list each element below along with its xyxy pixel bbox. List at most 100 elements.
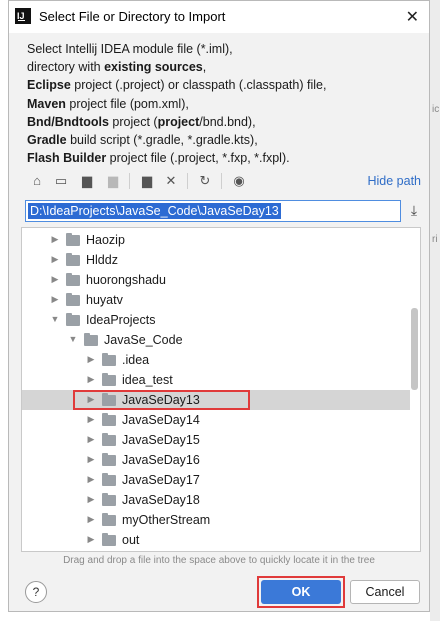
collapsed-arrow-icon[interactable]: ▶	[86, 414, 96, 425]
tree-row-label: JavaSeDay17	[122, 473, 200, 487]
description-segment: directory with	[27, 60, 105, 75]
tree-row[interactable]: ▶ Haozip	[22, 230, 410, 250]
refresh-icon[interactable]: ↻	[195, 171, 215, 191]
expanded-arrow-icon[interactable]: ▼	[50, 314, 60, 324]
highlight-annotation	[73, 390, 250, 410]
folder-icon	[66, 293, 80, 306]
description-segment: project (	[108, 114, 158, 129]
tree-row-label: JavaSe_Code	[104, 333, 183, 347]
folder-icon	[102, 493, 116, 506]
tree-row[interactable]: ▶ out	[22, 530, 410, 550]
tree-row[interactable]: ▼ JavaSe_Code	[22, 330, 410, 350]
folder-icon	[66, 253, 80, 266]
folder-icon	[102, 513, 116, 526]
collapsed-arrow-icon[interactable]: ▶	[50, 234, 60, 245]
folder-icon	[102, 453, 116, 466]
background-text-fragment: ic	[432, 104, 440, 115]
desktop-icon[interactable]: ▭	[51, 171, 71, 191]
new-folder-icon[interactable]: ▆	[137, 171, 157, 191]
background-text-fragment: ri	[432, 234, 438, 245]
background-ide-panel: ic ri	[430, 0, 440, 621]
collapsed-arrow-icon[interactable]: ▶	[86, 374, 96, 385]
path-input-value: D:\IdeaProjects\JavaSe_Code\JavaSeDay13	[28, 203, 281, 219]
description-line: Eclipse project (.project) or classpath …	[27, 76, 326, 94]
tree-row-label: .idea	[122, 353, 150, 367]
folder-icon	[102, 473, 116, 486]
tree-row[interactable]: ▶ .idea	[22, 350, 410, 370]
description-segment: /bnd.bnd),	[199, 114, 256, 129]
collapsed-arrow-icon[interactable]: ▶	[86, 514, 96, 525]
tree-row-label: huyatv	[86, 293, 123, 307]
collapsed-arrow-icon[interactable]: ▶	[86, 434, 96, 445]
collapsed-arrow-icon[interactable]: ▶	[86, 534, 96, 545]
download-icon[interactable]: ⤓	[407, 202, 421, 220]
file-tree[interactable]: ▶ out ▶ myOtherStream ▶ JavaSeDay18 ▶ JavaSeDay…	[21, 227, 421, 552]
tree-row[interactable]: ▶ JavaSeDay17	[22, 470, 410, 490]
description-segment: existing sources	[104, 60, 203, 75]
description-segment: project (.project) or classpath (.classp…	[70, 78, 327, 93]
folder-icon	[102, 413, 116, 426]
expanded-arrow-icon[interactable]: ▼	[68, 334, 78, 344]
tree-row-label: idea_test	[122, 373, 173, 387]
collapsed-arrow-icon[interactable]: ▶	[86, 354, 96, 365]
description-segment: build script (*.gradle, *.gradle.kts),	[66, 133, 258, 148]
tree-row-label: myOtherStream	[122, 513, 211, 527]
path-input[interactable]: D:\IdeaProjects\JavaSe_Code\JavaSeDay13	[25, 200, 401, 222]
scrollbar-thumb[interactable]	[411, 308, 418, 390]
tree-row[interactable]: ▶ JavaSeDay14	[22, 410, 410, 430]
home-icon[interactable]: ⌂	[27, 171, 47, 191]
tree-row[interactable]: ▶ huorongshadu	[22, 270, 410, 290]
description-segment: project file (.project, *.fxp, *.fxpl).	[106, 151, 290, 166]
folder-icon	[102, 373, 116, 386]
tree-row[interactable]: ▶ JavaSeDay16	[22, 450, 410, 470]
help-button[interactable]: ?	[25, 581, 47, 603]
tree-row[interactable]: ▶ JavaSeDay18	[22, 490, 410, 510]
tree-row-label: IdeaProjects	[86, 313, 156, 327]
description-line: Flash Builder project file (.project, *.…	[27, 149, 326, 167]
close-button[interactable]: ✕	[406, 7, 419, 27]
description-segment: project file (pom.xml),	[65, 96, 189, 111]
tree-row[interactable]: ▼ IdeaProjects	[22, 310, 410, 330]
tree-row[interactable]: ▶ Hlddz	[22, 250, 410, 270]
project-icon[interactable]: ▆	[77, 171, 97, 191]
folder-icon	[66, 313, 80, 326]
collapsed-arrow-icon[interactable]: ▶	[50, 294, 60, 305]
cancel-button[interactable]: Cancel	[350, 580, 420, 604]
description-line: Maven project file (pom.xml),	[27, 95, 326, 113]
description-segment: Select Intellij IDEA module file (*.iml)…	[27, 42, 233, 56]
tree-row[interactable]: ▶ idea_test	[22, 370, 410, 390]
collapsed-arrow-icon[interactable]: ▶	[50, 254, 60, 265]
folder-icon	[102, 533, 116, 546]
show-hidden-icon[interactable]: ◉	[229, 171, 249, 191]
description-segment: Bnd/Bndtools	[27, 114, 109, 129]
tree-row[interactable]: ▶ myOtherStream	[22, 510, 410, 530]
ok-highlight-annotation	[257, 576, 345, 608]
collapsed-arrow-icon[interactable]: ▶	[86, 474, 96, 485]
tree-row-label: JavaSeDay14	[122, 413, 200, 427]
tree-row-label: JavaSeDay18	[122, 493, 200, 507]
collapsed-arrow-icon[interactable]: ▶	[86, 494, 96, 505]
description-text: Select Intellij IDEA module file (*.iml)…	[27, 40, 326, 167]
hide-path-link[interactable]: Hide path	[367, 174, 421, 188]
description-line: Select Intellij IDEA module file (*.iml)…	[27, 40, 326, 58]
tree-row-label: out	[122, 533, 140, 547]
tree-row-label: Hlddz	[86, 253, 118, 267]
tree-row-label: Haozip	[86, 233, 125, 247]
description-segment: project	[157, 114, 200, 129]
description-segment: Gradle	[27, 133, 67, 148]
dialog-title: Select File or Directory to Import	[39, 9, 226, 24]
tree-row[interactable]: ▶ JavaSeDay15	[22, 430, 410, 450]
tree-row-label: JavaSeDay15	[122, 433, 200, 447]
title-bar: IJ Select File or Directory to Import ✕	[9, 1, 429, 33]
description-line: directory with existing sources,	[27, 58, 326, 76]
file-toolbar: ⌂ ▭ ▆ ▆ ▆ ✕ ↻ ◉ Hide path	[21, 169, 421, 195]
folder-icon	[102, 433, 116, 446]
tree-row[interactable]: ▶ huyatv	[22, 290, 410, 310]
collapsed-arrow-icon[interactable]: ▶	[86, 454, 96, 465]
folder-icon	[66, 233, 80, 246]
import-dialog: IJ Select File or Directory to Import ✕ …	[8, 0, 430, 612]
collapsed-arrow-icon[interactable]: ▶	[50, 274, 60, 285]
delete-icon[interactable]: ✕	[161, 171, 181, 191]
toolbar-separator	[187, 173, 188, 189]
module-icon[interactable]: ▆	[103, 171, 123, 191]
